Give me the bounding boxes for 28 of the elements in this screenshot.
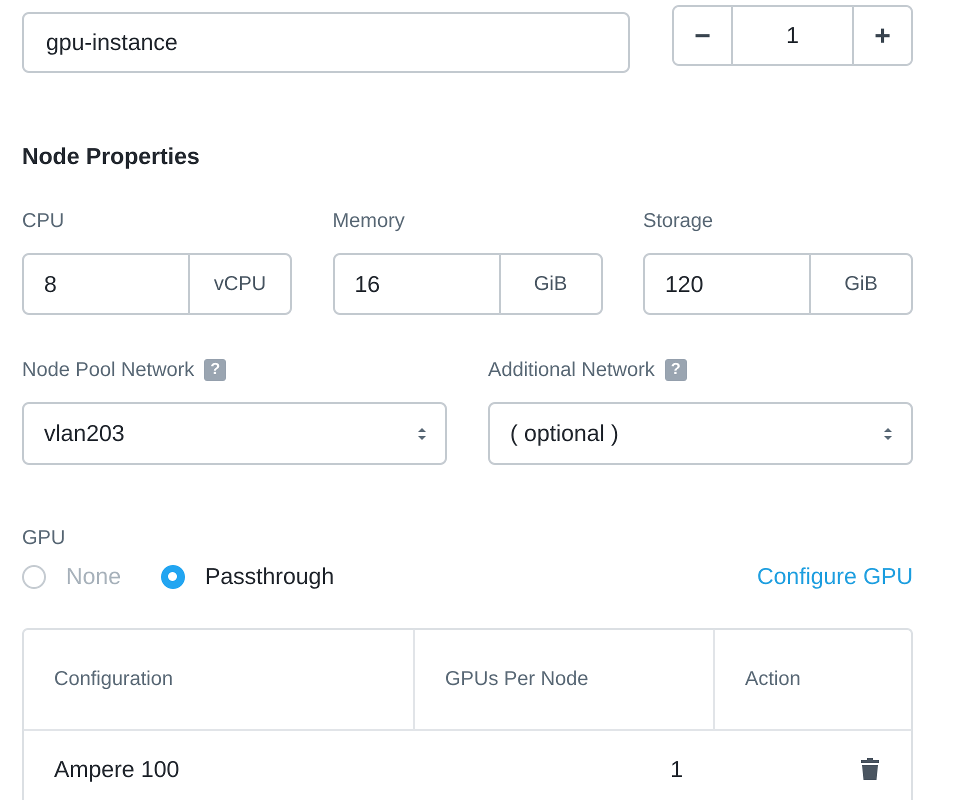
field-label: Memory	[332, 208, 406, 234]
field-label: Storage	[643, 208, 714, 234]
field-label: CPU	[22, 208, 66, 234]
field-label: Node Pool Network	[22, 358, 194, 382]
unit-label: GiB	[498, 255, 600, 313]
column-header: GPUs Per Node	[413, 630, 713, 729]
number-field[interactable]: 120 GiB	[643, 253, 913, 315]
column-header: Action	[713, 630, 911, 729]
unit-label: vCPU	[188, 255, 290, 313]
field-label: Additional Network	[488, 358, 655, 382]
table-cell-text: 1	[669, 754, 684, 784]
trash-icon[interactable]	[861, 758, 879, 780]
table-cell-text: Ampere 100	[53, 754, 180, 784]
number-field[interactable]: 8 vCPU	[22, 253, 292, 315]
name-field[interactable]: gpu-instance	[22, 12, 630, 73]
radio-label: Passthrough	[204, 563, 334, 590]
number-field[interactable]: 16 GiB	[332, 253, 602, 315]
select-field[interactable]: vlan203	[22, 402, 447, 465]
radio-button[interactable]	[160, 564, 185, 588]
section-title: Node Properties	[22, 143, 201, 170]
select-field[interactable]: ( optional )	[488, 402, 913, 465]
column-header: Configuration	[53, 667, 174, 692]
chevron-up-down-icon	[417, 426, 427, 442]
unit-label: GiB	[809, 255, 911, 313]
chevron-up-down-icon	[883, 426, 893, 442]
radio-label: None	[66, 563, 121, 590]
field-label: GPU	[22, 526, 66, 550]
radio-button[interactable]	[22, 564, 46, 588]
